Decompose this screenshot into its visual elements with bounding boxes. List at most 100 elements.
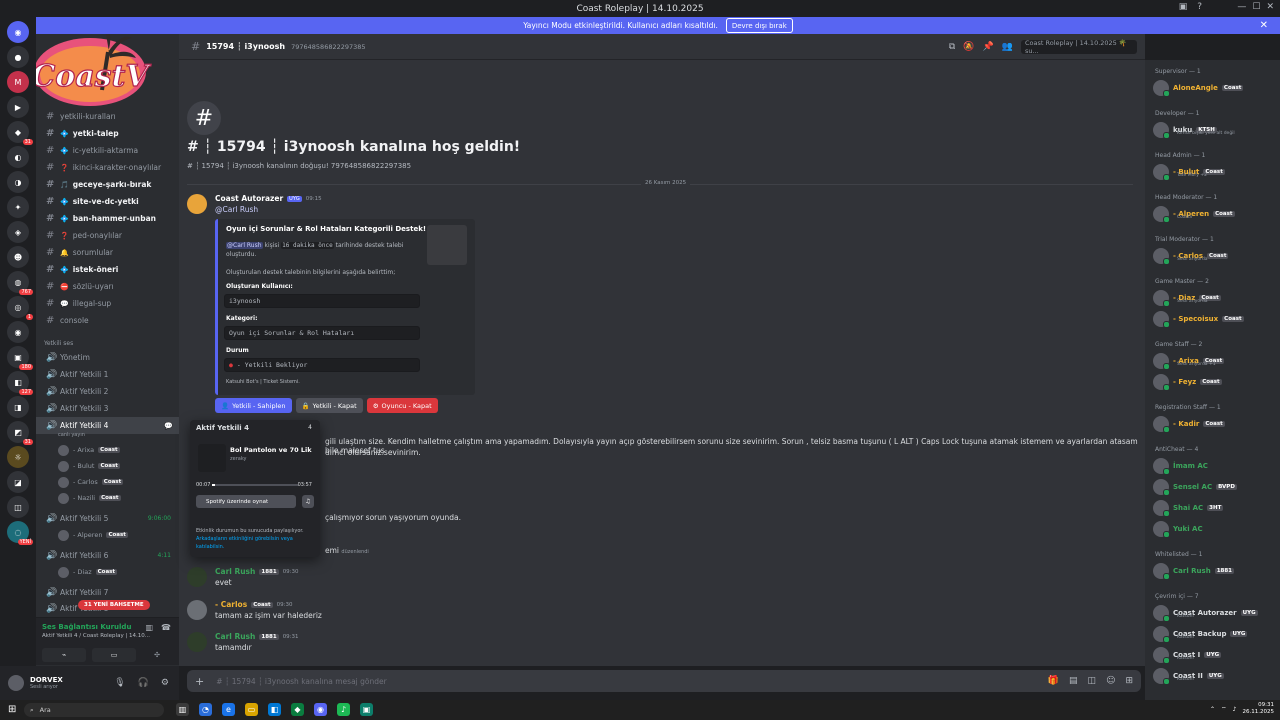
sticker-icon[interactable]: ◫ bbox=[1088, 676, 1097, 686]
channel-item[interactable]: # 💠 yetki-talep bbox=[36, 125, 179, 142]
voice-channel[interactable]: 🔊 Aktif Yetkili 2 bbox=[36, 383, 179, 400]
staff-close-button[interactable]: 🔒 Yetkili - Kapat bbox=[295, 398, 363, 413]
voice-user[interactable]: - Bulut Coast bbox=[58, 458, 120, 474]
member-item[interactable]: - Arixa Coast Sesli arıyorda +1 bbox=[1153, 351, 1273, 371]
channel-item[interactable]: # console bbox=[36, 312, 179, 329]
channel-item[interactable]: # 🎵 geceye-şarkı-bırak bbox=[36, 176, 179, 193]
close-banner-icon[interactable]: ✕ bbox=[1260, 20, 1268, 31]
member-item[interactable]: - Carlos Coast Sesli arıyorda bbox=[1153, 246, 1273, 266]
member-item[interactable]: Shai AC 3HT bbox=[1153, 498, 1273, 518]
member-item[interactable]: İmam AC bbox=[1153, 456, 1273, 476]
voice-channel-info[interactable]: Aktif Yetkili 4 / Coast Roleplay | 14.10… bbox=[42, 633, 150, 639]
store-icon[interactable]: ◧ bbox=[268, 703, 281, 716]
member-item[interactable]: kuku KTSH Kimse bişiki yere alt değil bbox=[1153, 120, 1273, 140]
listen-along-icon[interactable]: ♫ bbox=[302, 495, 314, 508]
server-icon[interactable]: ◎ 1 bbox=[7, 296, 33, 320]
server-icon[interactable]: ▣ 180 bbox=[7, 346, 33, 370]
server-icon[interactable]: ◉ bbox=[7, 321, 29, 343]
search-input[interactable]: Coast Roleplay | 14.10.2025 🌴 su... bbox=[1021, 39, 1137, 55]
activities-icon[interactable]: ✣ bbox=[142, 648, 172, 662]
channel-item[interactable]: # ❓ ped-onaylılar bbox=[36, 227, 179, 244]
server-icon[interactable]: ◍ 767 bbox=[7, 271, 33, 295]
maximize-button[interactable]: ☐ bbox=[1252, 2, 1260, 12]
emoji-icon[interactable]: ☺ bbox=[1106, 676, 1115, 686]
spotify-icon[interactable]: ♪ bbox=[337, 703, 350, 716]
avatar[interactable] bbox=[187, 567, 207, 587]
member-item[interactable]: Coast II UYG Katsuhi bbox=[1153, 666, 1273, 686]
member-item[interactable]: - Specoisux Coast bbox=[1153, 309, 1273, 329]
server-icon[interactable]: ◪ bbox=[7, 471, 29, 493]
server-icon[interactable]: ☼ bbox=[7, 446, 29, 468]
add-attachment-icon[interactable]: + bbox=[195, 675, 204, 688]
server-icon[interactable]: ◐ bbox=[7, 146, 29, 168]
server-icon[interactable]: ◨ bbox=[7, 396, 29, 418]
player-close-button[interactable]: ⚙ Oyuncu - Kapat bbox=[366, 398, 438, 413]
discord-home-icon[interactable]: ◉ bbox=[7, 21, 29, 43]
user-mention[interactable]: @Carl Rush bbox=[215, 205, 258, 214]
edge-icon[interactable]: e bbox=[222, 703, 235, 716]
server-icon[interactable]: ◈ bbox=[7, 221, 29, 243]
spotify-play-button[interactable]: Spotify üzerinde oynat bbox=[196, 495, 296, 508]
server-logo[interactable]: CoastV bbox=[36, 34, 152, 112]
help-icon[interactable]: ? bbox=[1197, 2, 1202, 12]
message-author[interactable]: Coast Autorazer bbox=[215, 194, 283, 203]
channel-item[interactable]: # 💠 ic-yetkili-aktarma bbox=[36, 142, 179, 159]
voice-channel[interactable]: 🔊 Aktif Yetkili 7 bbox=[36, 584, 179, 601]
copilot-icon[interactable]: ◔ bbox=[199, 703, 212, 716]
channel-item[interactable]: # ❓ ikinci-karakter-onaylılar bbox=[36, 159, 179, 176]
gift-icon[interactable]: 🎁 bbox=[1048, 676, 1059, 686]
channel-item[interactable]: # 💠 ban-hammer-unban bbox=[36, 210, 179, 227]
voice-user[interactable]: - Nazili Coast bbox=[58, 490, 121, 506]
windows-start-icon[interactable]: ⊞ bbox=[8, 704, 16, 715]
voice-channel[interactable]: 🔊 Aktif Yetkili 1 bbox=[36, 366, 179, 383]
gif-icon[interactable]: ▤ bbox=[1069, 676, 1078, 686]
message-author[interactable]: - Carlos bbox=[215, 600, 247, 609]
embed-mention[interactable]: @Carl Rush bbox=[226, 242, 263, 249]
server-icon[interactable]: ▶ bbox=[7, 96, 29, 118]
server-icon[interactable]: ◌ YENİ bbox=[7, 521, 33, 545]
server-icon[interactable]: ☻ bbox=[7, 246, 29, 268]
chat-icon[interactable]: 💬 bbox=[164, 422, 173, 430]
app-icon[interactable]: ▣ bbox=[360, 703, 373, 716]
member-item[interactable]: Yuki AC bbox=[1153, 519, 1273, 539]
voice-channel[interactable]: 🔊 Yönetim bbox=[36, 349, 179, 366]
dm-icon[interactable]: ● bbox=[7, 46, 29, 68]
server-icon[interactable]: M bbox=[7, 71, 29, 93]
new-mentions-badge[interactable]: 31 YENİ BAHSETME bbox=[78, 600, 150, 610]
threads-icon[interactable]: ⧉ bbox=[949, 42, 955, 52]
inbox-icon[interactable]: ▣ bbox=[1179, 2, 1188, 12]
member-item[interactable]: - Kadir Coast bbox=[1153, 414, 1273, 434]
voice-category-header[interactable]: Yetkili ses bbox=[44, 340, 73, 347]
channel-item[interactable]: # 💬 illegal-sup bbox=[36, 295, 179, 312]
voice-user[interactable]: - Diaz Coast bbox=[58, 564, 118, 580]
member-item[interactable]: Carl Rush 1881 bbox=[1153, 561, 1273, 581]
discord-taskbar-icon[interactable]: ◉ bbox=[314, 703, 327, 716]
avatar[interactable] bbox=[8, 675, 24, 691]
note-link[interactable]: Arkadaşların etkinliğini görebilsin veya… bbox=[196, 536, 293, 550]
app-icon[interactable]: ◆ bbox=[291, 703, 304, 716]
member-item[interactable]: - Feyz Coast bbox=[1153, 372, 1273, 392]
camera-button[interactable]: ⌁ bbox=[42, 648, 86, 662]
minimize-button[interactable]: — bbox=[1237, 2, 1246, 12]
headphones-icon[interactable]: 🎧 bbox=[138, 678, 149, 688]
disable-streamer-button[interactable]: Devre dışı bırak bbox=[725, 18, 793, 33]
notification-bell-icon[interactable]: 🔕 bbox=[963, 42, 974, 52]
voice-channel[interactable]: 🔊 Aktif Yetkili 6 4:11 bbox=[36, 547, 179, 564]
message-composer[interactable]: + # ┆ 15794 ┆ i3ynoosh kanalına mesaj gö… bbox=[187, 670, 1141, 692]
screen-share-button[interactable]: ▭ bbox=[92, 648, 136, 662]
channel-item[interactable]: # 💠 istek-öneri bbox=[36, 261, 179, 278]
apps-icon[interactable]: ⊞ bbox=[1125, 676, 1133, 686]
member-item[interactable]: - Diaz Coast Sesli arıyorda bbox=[1153, 288, 1273, 308]
member-item[interactable]: AloneAngle Coast bbox=[1153, 78, 1273, 98]
voice-user[interactable]: - Arixa Coast bbox=[58, 442, 120, 458]
server-icon[interactable]: ✦ bbox=[7, 196, 29, 218]
claim-button[interactable]: 👤 Yetkili - Sahiplen bbox=[215, 398, 292, 413]
close-window-button[interactable]: ✕ bbox=[1266, 2, 1274, 12]
avatar[interactable] bbox=[187, 632, 207, 652]
task-view-icon[interactable]: ▥ bbox=[176, 703, 189, 716]
voice-user[interactable]: - Alperen Coast bbox=[58, 527, 128, 543]
pin-icon[interactable]: 📌 bbox=[983, 42, 994, 52]
server-icon[interactable]: ◧ 127 bbox=[7, 371, 33, 395]
network-icon[interactable]: ⌔ bbox=[1221, 705, 1227, 713]
message-author[interactable]: Carl Rush bbox=[215, 632, 255, 641]
